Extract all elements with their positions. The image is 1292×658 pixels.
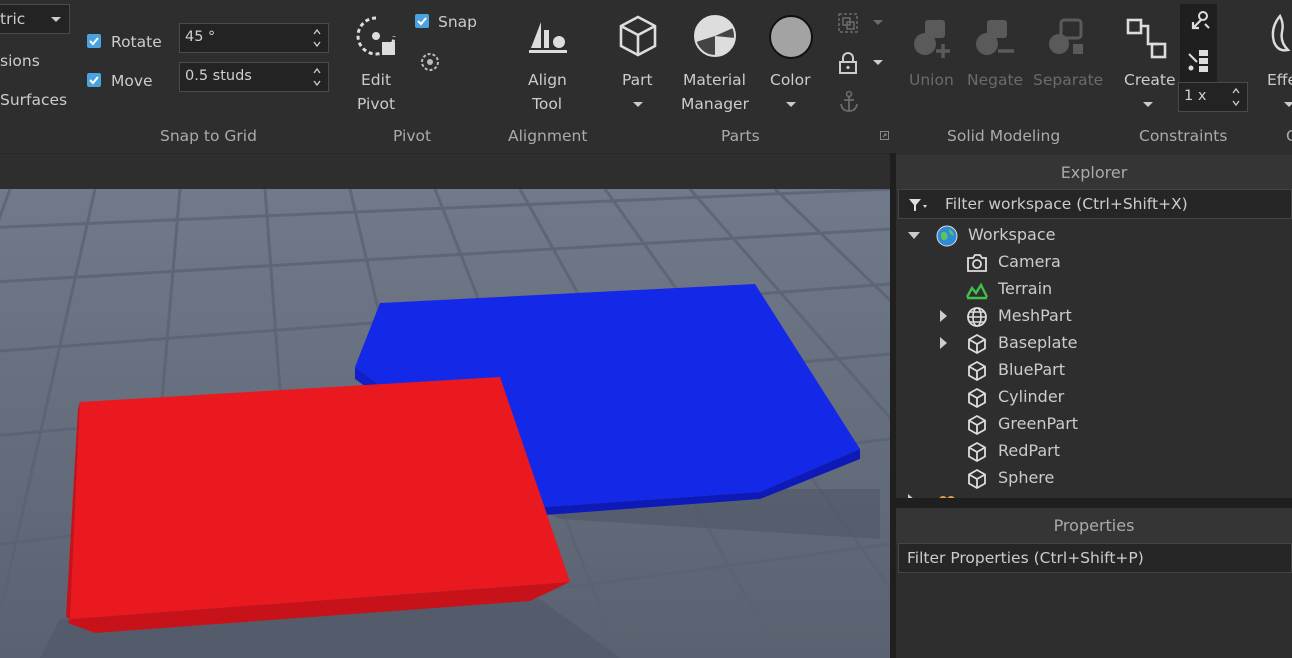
chevron-down-icon[interactable] [873, 20, 883, 25]
material-sphere-icon [694, 15, 736, 57]
create-constraint-button[interactable]: Create [1118, 10, 1178, 120]
next-group-label: C [1286, 127, 1292, 145]
effects-label[interactable]: Effe [1267, 70, 1292, 90]
expand-arrow-icon[interactable] [940, 337, 947, 349]
constraints-group-label: Constraints [1139, 127, 1228, 145]
alignment-group-label: Alignment [508, 127, 588, 145]
viewport-scene [0, 189, 890, 658]
solid-modeling-group-label: Solid Modeling [947, 127, 1061, 145]
group-icon[interactable] [837, 12, 859, 34]
expand-arrow-icon[interactable] [940, 310, 947, 322]
negate-icon [976, 20, 1014, 55]
create-constraint-icon [1126, 18, 1167, 59]
terrain-icon [966, 282, 988, 300]
tree-item-cylinder[interactable]: Cylinder [896, 384, 1292, 411]
expand-corner-icon[interactable] [880, 131, 889, 140]
properties-title: Properties [896, 508, 1292, 544]
effects-icon[interactable] [1266, 12, 1292, 56]
transform-mode-value: tric [0, 10, 26, 28]
filter-icon[interactable] [908, 198, 928, 212]
part-button[interactable]: Part [612, 10, 664, 120]
chevron-down-icon[interactable] [873, 60, 883, 65]
tree-item-sphere[interactable]: Sphere [896, 465, 1292, 492]
part-cube-icon [968, 333, 986, 355]
constraint-details-icon[interactable] [1187, 48, 1211, 74]
collisions-toggle[interactable]: sions [0, 51, 40, 71]
chevron-down-icon [1143, 102, 1153, 107]
join-surfaces-toggle[interactable]: Surfaces [0, 90, 67, 110]
union-button[interactable]: Union [905, 10, 959, 120]
lock-icon[interactable] [838, 52, 858, 74]
ribbon-toolbar: tric sions Surfaces Rotate 45 ° Move 0.5… [0, 0, 1292, 153]
tree-item-terrain[interactable]: Terrain [896, 276, 1292, 303]
rotate-snap-checkbox[interactable] [87, 34, 101, 48]
part-cube-icon [968, 441, 986, 463]
panel-separator[interactable] [896, 498, 1292, 508]
edit-pivot-icon [356, 16, 396, 56]
move-snap-checkbox[interactable] [87, 73, 101, 87]
part-cube-icon [968, 468, 986, 490]
anchor-icon[interactable] [838, 90, 860, 114]
part-cube-icon [968, 360, 986, 382]
tree-item-bluepart[interactable]: BluePart [896, 357, 1292, 384]
show-constraints-icon[interactable] [1187, 10, 1211, 34]
move-label: Move [111, 72, 153, 90]
properties-panel: Properties Filter Properties (Ctrl+Shift… [896, 508, 1292, 658]
tree-item-redpart[interactable]: RedPart [896, 438, 1292, 465]
tree-item-camera[interactable]: Camera [896, 249, 1292, 276]
explorer-filter-input[interactable]: Filter workspace (Ctrl+Shift+X) [898, 189, 1292, 219]
explorer-panel: Explorer Filter workspace (Ctrl+Shift+X)… [896, 153, 1292, 498]
tree-item-greenpart[interactable]: GreenPart [896, 411, 1292, 438]
properties-filter-input[interactable]: Filter Properties (Ctrl+Shift+P) [898, 543, 1292, 573]
constraint-tools-column [1180, 4, 1217, 82]
chevron-down-icon [786, 102, 796, 107]
red-part-top[interactable] [70, 377, 570, 619]
pivot-snap-label: Snap [438, 13, 477, 31]
spin-down-icon[interactable] [312, 40, 322, 48]
material-manager-button[interactable]: Material Manager [678, 10, 752, 120]
tree-item-meshpart[interactable]: MeshPart [896, 303, 1292, 330]
workspace-globe-icon [936, 225, 958, 247]
parts-group-label: Parts [721, 127, 760, 145]
pivot-snap-checkbox[interactable] [415, 14, 429, 28]
align-tool-icon [529, 22, 567, 53]
viewport-top-strip [0, 153, 890, 189]
spin-up-icon[interactable] [312, 28, 322, 36]
snap-to-grid-group-label: Snap to Grid [160, 127, 257, 145]
spin-up-icon[interactable] [1231, 87, 1241, 95]
pivot-snap-icon[interactable] [419, 51, 441, 73]
pivot-group-label: Pivot [393, 127, 432, 145]
move-increment-input[interactable]: 0.5 studs [179, 62, 329, 92]
chevron-down-icon [633, 102, 643, 107]
part-cube-icon [968, 387, 986, 409]
constraint-scale-input[interactable]: 1 x [1178, 82, 1248, 112]
meshpart-icon [967, 307, 987, 327]
explorer-title: Explorer [896, 155, 1292, 191]
tree-item-baseplate[interactable]: Baseplate [896, 330, 1292, 357]
camera-icon [967, 254, 987, 272]
rotate-increment-input[interactable]: 45 ° [179, 23, 329, 53]
part-cube-icon [968, 414, 986, 436]
spin-down-icon[interactable] [1231, 99, 1241, 107]
spin-up-icon[interactable] [312, 67, 322, 75]
negate-button[interactable]: Negate [965, 10, 1023, 120]
spin-down-icon[interactable] [312, 79, 322, 87]
rotate-label: Rotate [111, 33, 162, 51]
transform-mode-dropdown[interactable]: tric [0, 4, 70, 34]
part-cube-icon [619, 15, 657, 57]
3d-viewport[interactable] [0, 189, 890, 658]
collapse-arrow-icon[interactable] [908, 232, 920, 239]
union-icon [914, 20, 950, 58]
align-tool-button[interactable]: Align Tool [515, 10, 581, 120]
chevron-down-icon [1284, 102, 1292, 107]
separate-icon [1049, 18, 1083, 54]
color-swatch-icon [769, 15, 813, 59]
edit-pivot-button[interactable]: Edit Pivot [346, 10, 408, 120]
separate-button[interactable]: Separate [1031, 10, 1103, 120]
color-button[interactable]: Color [764, 10, 818, 120]
tree-item-workspace[interactable]: Workspace [896, 222, 1292, 249]
chevron-down-icon [51, 17, 61, 22]
